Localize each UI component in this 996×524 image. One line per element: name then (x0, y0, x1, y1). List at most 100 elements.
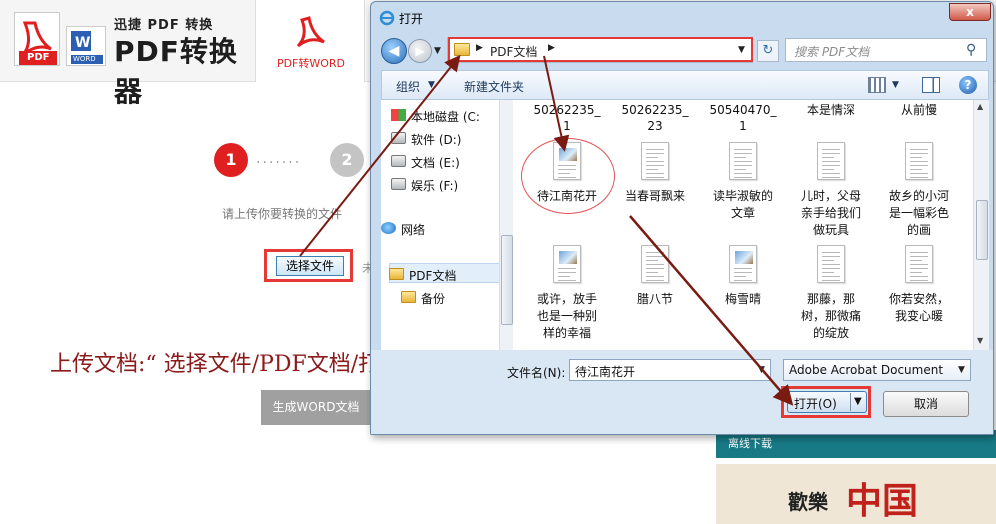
preview-pane-icon[interactable] (922, 77, 940, 93)
file-name: 的绽放 (812, 326, 849, 340)
drive-c-icon (391, 109, 406, 121)
document-thumbnail-icon (553, 245, 581, 283)
network-icon (381, 222, 396, 234)
organize-menu[interactable]: 组织 (396, 78, 420, 95)
dialog-footer: 文件名(N): 待江南花开 ▼ Adobe Acrobat Document ▼… (371, 350, 993, 434)
file-name: 50262235_ (533, 103, 601, 117)
search-input[interactable]: 搜索 PDF文档 ⚲ (785, 38, 987, 62)
step-1-badge: 1 (214, 143, 248, 177)
cancel-button[interactable]: 取消 (883, 391, 969, 417)
document-thumbnail-icon (641, 142, 669, 180)
nav-item-label: 备份 (421, 292, 446, 306)
search-placeholder: 搜索 PDF文档 (794, 45, 870, 59)
file-scrollbar[interactable]: ▲ ▼ (973, 100, 989, 350)
document-thumbnail-icon (553, 142, 581, 180)
filename-dropdown-icon[interactable]: ▼ (758, 365, 765, 375)
refresh-button[interactable]: ↻ (757, 40, 779, 62)
search-icon[interactable]: ⚲ (966, 42, 976, 58)
file-name: 从前慢 (900, 103, 937, 117)
nav-item-label: 软件 (D:) (411, 133, 462, 147)
file-name: 读毕淑敏的 (712, 189, 773, 203)
file-item[interactable]: 从前慢 (875, 100, 963, 136)
scroll-up-icon[interactable]: ▲ (977, 102, 983, 111)
filename-input[interactable]: 待江南花开 ▼ (569, 359, 771, 381)
file-name: 样的幸福 (542, 326, 591, 340)
side-banner[interactable]: 歡樂 中国 (716, 464, 996, 524)
document-thumbnail-icon (729, 142, 757, 180)
file-item[interactable]: 50262235_ 23 (611, 100, 699, 136)
scroll-down-icon[interactable]: ▼ (977, 336, 983, 345)
file-item[interactable]: 或许，放手 也是一种别 样的幸福 (523, 245, 611, 345)
pdf-tag: PDF (27, 52, 50, 63)
open-button[interactable]: 打开(O) ▼ (787, 391, 867, 413)
history-dropdown-icon[interactable]: ▼ (434, 46, 441, 56)
document-thumbnail-icon (905, 142, 933, 180)
nav-item[interactable]: 本地磁盘 (C: (391, 106, 515, 126)
dialog-toolbar: 组织 ▼ 新建文件夹 ▼ ? (381, 70, 989, 100)
file-name: 儿时，父母 (800, 189, 861, 203)
filetype-dropdown-icon[interactable]: ▼ (958, 365, 965, 375)
nav-item[interactable]: 软件 (D:) (391, 129, 515, 149)
banner-seal: 中国 (846, 480, 919, 522)
file-item[interactable]: 梅雪晴 (699, 245, 787, 345)
open-dropdown-icon[interactable]: ▼ (854, 396, 862, 407)
nav-item[interactable]: 备份 (401, 288, 525, 308)
file-name: 当春哥飘来 (624, 189, 685, 203)
dialog-title: 打开 (399, 12, 424, 26)
nav-item-label: PDF文档 (409, 269, 457, 283)
drive-icon (391, 132, 406, 144)
back-button[interactable]: ◀ (381, 38, 407, 64)
filename-label: 文件名(N): (507, 366, 566, 380)
file-item[interactable]: 腊八节 (611, 245, 699, 345)
forward-button[interactable]: ▶ (408, 39, 432, 63)
file-item[interactable]: 故乡的小河 是一幅彩色 的画 (875, 142, 963, 242)
file-name-line2: 1 (563, 119, 571, 133)
new-folder-button[interactable]: 新建文件夹 (464, 78, 524, 95)
open-button-label[interactable]: 打开(O) (794, 395, 837, 412)
document-thumbnail-icon (729, 245, 757, 283)
drive-icon (391, 178, 406, 190)
nav-item-label: 本地磁盘 (C: (411, 110, 480, 124)
file-item[interactable]: 待江南花开 (523, 142, 611, 242)
file-item[interactable]: 50540470_ 1 (699, 100, 787, 136)
document-thumbnail-icon (641, 245, 669, 283)
instruction-caption: 上传文档:“ 选择文件/PDF文档/打开 ” (50, 352, 421, 377)
file-name: 树，那微痛 (800, 309, 861, 323)
upload-hint: 请上传你要转换的文件 (222, 207, 343, 221)
file-item[interactable]: 50262235_ 1 (523, 100, 611, 136)
document-thumbnail-icon (817, 142, 845, 180)
step-2-badge: 2 (330, 143, 364, 177)
file-item[interactable]: 儿时，父母 亲手给我们 做玩具 (787, 142, 875, 242)
file-item[interactable]: 你若安然， 我变心暖 (875, 245, 963, 345)
view-dropdown-icon[interactable]: ▼ (892, 80, 899, 90)
filename-value[interactable]: 待江南花开 (575, 363, 635, 380)
nav-item-label: 娱乐 (F:) (411, 179, 459, 193)
open-file-dialog: 打开 x ◀ ▶ ▼ ▶ PDF文档 ▶ ▼ ↻ 搜索 PDF文档 ⚲ 组织 ▼… (370, 1, 994, 435)
choose-file-button[interactable]: 选择文件 (276, 256, 344, 276)
nav-item[interactable]: 网络 (381, 219, 505, 239)
file-name: 的画 (906, 223, 931, 237)
nav-item[interactable]: PDF文档 (389, 265, 513, 285)
view-icon[interactable] (868, 77, 886, 93)
tab-label: PDF转WORD (276, 57, 346, 70)
nav-item[interactable]: 文档 (E:) (391, 152, 515, 172)
filetype-select[interactable]: Adobe Acrobat Document ▼ (783, 359, 971, 381)
generate-word-button[interactable]: 生成WORD文档 (261, 390, 371, 425)
file-name: 也是一种别 (536, 309, 597, 323)
file-item[interactable]: 那藤，那 树，那微痛 的绽放 (787, 245, 875, 345)
nav-item-label: 文档 (E:) (411, 156, 460, 170)
nav-item[interactable]: 娱乐 (F:) (391, 175, 515, 195)
file-name: 文章 (730, 206, 755, 220)
filetype-value[interactable]: Adobe Acrobat Document (789, 363, 943, 377)
file-scroll-thumb[interactable] (976, 200, 988, 260)
file-name: 故乡的小河 (888, 189, 949, 203)
file-item[interactable]: 读毕淑敏的 文章 (699, 142, 787, 242)
chevron-down-icon[interactable]: ▼ (428, 80, 435, 90)
photo-thumbnail (559, 251, 577, 264)
file-item[interactable]: 本是情深 (787, 100, 875, 136)
help-icon[interactable]: ? (959, 76, 977, 94)
file-item[interactable]: 当春哥飘来 (611, 142, 699, 242)
close-button[interactable]: x (949, 3, 991, 21)
tab-pdf-to-word[interactable]: PDF转WORD (255, 0, 365, 82)
file-name: 待江南花开 (536, 189, 597, 203)
